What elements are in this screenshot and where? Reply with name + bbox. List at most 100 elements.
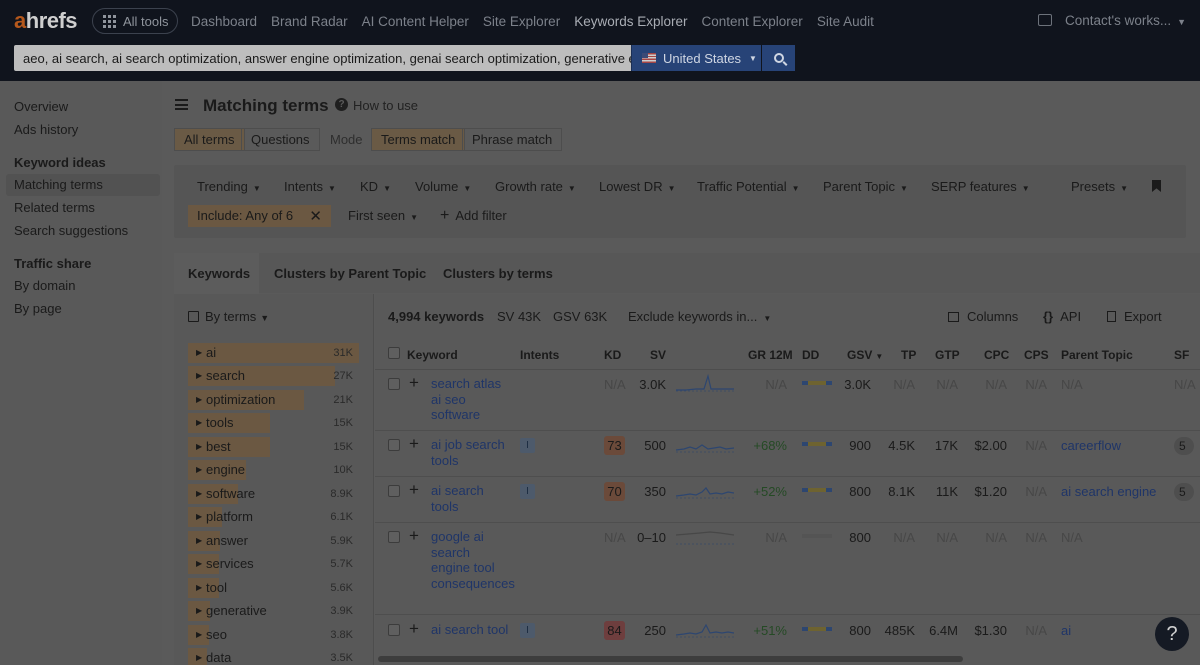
expand-caret-icon[interactable]: ▶ xyxy=(196,465,202,474)
term-row[interactable]: ▶ optimization 21K xyxy=(188,390,359,410)
term-row[interactable]: ▶ best 15K xyxy=(188,437,359,457)
add-to-list-icon[interactable]: + xyxy=(409,434,419,454)
nav-link-ai-content-helper[interactable]: AI Content Helper xyxy=(362,14,469,29)
sidebar-item-overview[interactable]: Overview xyxy=(14,99,68,114)
workspace-menu[interactable]: Contact's works... ▼ xyxy=(1065,13,1186,28)
search-button[interactable] xyxy=(762,45,795,71)
sidebar-item-matching-terms[interactable]: Matching terms xyxy=(14,177,103,192)
sidebar-item-by-page[interactable]: By page xyxy=(14,301,62,316)
add-to-list-icon[interactable]: + xyxy=(409,619,419,639)
filter-intents[interactable]: Intents ▼ xyxy=(284,179,336,194)
col-dd[interactable]: DD xyxy=(802,348,819,362)
term-row[interactable]: ▶ platform 6.1K xyxy=(188,507,359,527)
expand-caret-icon[interactable]: ▶ xyxy=(196,489,202,498)
by-terms-dropdown[interactable]: By terms ▼ xyxy=(188,309,269,324)
add-filter-button[interactable]: + Add filter xyxy=(440,207,507,225)
expand-caret-icon[interactable]: ▶ xyxy=(196,371,202,380)
tab-clusters-parent-topic[interactable]: Clusters by Parent Topic xyxy=(274,266,426,281)
row-checkbox[interactable] xyxy=(388,531,400,543)
filter-traffic-potential[interactable]: Traffic Potential ▼ xyxy=(697,179,800,194)
filter-parent-topic[interactable]: Parent Topic ▼ xyxy=(823,179,908,194)
nav-link-content-explorer[interactable]: Content Explorer xyxy=(702,14,803,29)
add-to-list-icon[interactable]: + xyxy=(409,526,419,546)
keyword-link[interactable]: google ai search engine tool consequence… xyxy=(431,529,515,591)
col-gtp[interactable]: GTP xyxy=(935,348,960,362)
parent-topic-link[interactable]: careerflow xyxy=(1061,438,1121,453)
segment-questions[interactable]: Questions xyxy=(241,128,320,151)
presets-dropdown[interactable]: Presets ▼ xyxy=(1071,179,1128,194)
col-cpc[interactable]: CPC xyxy=(984,348,1009,362)
nav-link-keywords-explorer[interactable]: Keywords Explorer xyxy=(574,14,687,29)
filter-kd[interactable]: KD ▼ xyxy=(360,179,391,194)
monitor-icon[interactable] xyxy=(1038,14,1052,26)
keyword-link[interactable]: ai search tools xyxy=(431,483,511,514)
filter-growth-rate[interactable]: Growth rate ▼ xyxy=(495,179,576,194)
col-cps[interactable]: CPS xyxy=(1024,348,1049,362)
segment-phrase-match[interactable]: Phrase match xyxy=(462,128,563,151)
filter-volume[interactable]: Volume ▼ xyxy=(415,179,471,194)
expand-caret-icon[interactable]: ▶ xyxy=(196,559,202,568)
col-parent-topic[interactable]: Parent Topic xyxy=(1061,348,1133,362)
add-to-list-icon[interactable]: + xyxy=(409,373,419,393)
term-row[interactable]: ▶ seo 3.8K xyxy=(188,625,359,645)
col-intents[interactable]: Intents xyxy=(520,348,559,362)
col-sf[interactable]: SF xyxy=(1174,348,1189,362)
filter-trending[interactable]: Trending ▼ xyxy=(197,179,261,194)
expand-caret-icon[interactable]: ▶ xyxy=(196,630,202,639)
term-row[interactable]: ▶ answer 5.9K xyxy=(188,531,359,551)
ahrefs-logo[interactable]: ahrefs xyxy=(14,8,78,34)
all-tools-button[interactable]: All tools xyxy=(92,8,178,34)
filter-lowest-dr[interactable]: Lowest DR ▼ xyxy=(599,179,676,194)
add-to-list-icon[interactable]: + xyxy=(409,480,419,500)
keywords-input[interactable]: aeo, ai search, ai search optimization, … xyxy=(14,45,631,71)
sidebar-item-search-suggestions[interactable]: Search suggestions xyxy=(14,223,128,238)
row-checkbox[interactable] xyxy=(388,439,400,451)
keyword-link[interactable]: ai job search tools xyxy=(431,437,511,468)
country-select[interactable]: United States ▼ xyxy=(631,45,761,71)
segment-all-terms[interactable]: All terms xyxy=(174,128,245,151)
expand-caret-icon[interactable]: ▶ xyxy=(196,653,202,662)
col-kd[interactable]: KD xyxy=(604,348,621,362)
expand-caret-icon[interactable]: ▶ xyxy=(196,348,202,357)
hamburger-menu-icon[interactable] xyxy=(175,99,188,110)
sidebar-item-related-terms[interactable]: Related terms xyxy=(14,200,95,215)
segment-terms-match[interactable]: Terms match xyxy=(371,128,466,151)
tab-clusters-terms[interactable]: Clusters by terms xyxy=(443,266,553,281)
row-checkbox[interactable] xyxy=(388,624,400,636)
term-row[interactable]: ▶ tool 5.6K xyxy=(188,578,359,598)
keyword-link[interactable]: ai search tool xyxy=(431,622,511,638)
columns-button[interactable]: Columns xyxy=(948,309,1018,324)
select-all-checkbox[interactable] xyxy=(388,347,400,359)
nav-link-brand-radar[interactable]: Brand Radar xyxy=(271,14,348,29)
serp-features-chip[interactable]: 5 xyxy=(1174,483,1194,501)
expand-caret-icon[interactable]: ▶ xyxy=(196,536,202,545)
help-chat-button[interactable]: ? xyxy=(1155,617,1189,651)
tab-keywords[interactable]: Keywords xyxy=(188,266,250,281)
term-row[interactable]: ▶ search 27K xyxy=(188,366,359,386)
col-sv[interactable]: SV xyxy=(650,348,666,362)
keyword-link[interactable]: search atlas ai seo software xyxy=(431,376,511,423)
term-row[interactable]: ▶ tools 15K xyxy=(188,413,359,433)
expand-caret-icon[interactable]: ▶ xyxy=(196,606,202,615)
parent-topic-link[interactable]: ai xyxy=(1061,623,1071,638)
close-icon[interactable]: ✕ xyxy=(309,207,322,225)
col-gsv[interactable]: GSV ▼ xyxy=(847,348,883,362)
nav-link-dashboard[interactable]: Dashboard xyxy=(191,14,257,29)
col-gr-12m[interactable]: GR 12M xyxy=(748,348,793,362)
parent-topic-link[interactable]: ai search engine xyxy=(1061,484,1156,499)
expand-caret-icon[interactable]: ▶ xyxy=(196,418,202,427)
term-row[interactable]: ▶ engine 10K xyxy=(188,460,359,480)
sidebar-item-ads-history[interactable]: Ads history xyxy=(14,122,78,137)
col-keyword[interactable]: Keyword xyxy=(407,348,458,362)
expand-caret-icon[interactable]: ▶ xyxy=(196,442,202,451)
term-row[interactable]: ▶ software 8.9K xyxy=(188,484,359,504)
nav-link-site-explorer[interactable]: Site Explorer xyxy=(483,14,560,29)
term-row[interactable]: ▶ services 5.7K xyxy=(188,554,359,574)
term-row[interactable]: ▶ data 3.5K xyxy=(188,648,359,665)
horizontal-scrollbar[interactable] xyxy=(378,656,963,662)
filter-serp-features[interactable]: SERP features ▼ xyxy=(931,179,1030,194)
how-to-use-link[interactable]: How to use xyxy=(353,98,418,113)
col-tp[interactable]: TP xyxy=(901,348,916,362)
term-row[interactable]: ▶ ai 31K xyxy=(188,343,359,363)
sidebar-item-by-domain[interactable]: By domain xyxy=(14,278,75,293)
